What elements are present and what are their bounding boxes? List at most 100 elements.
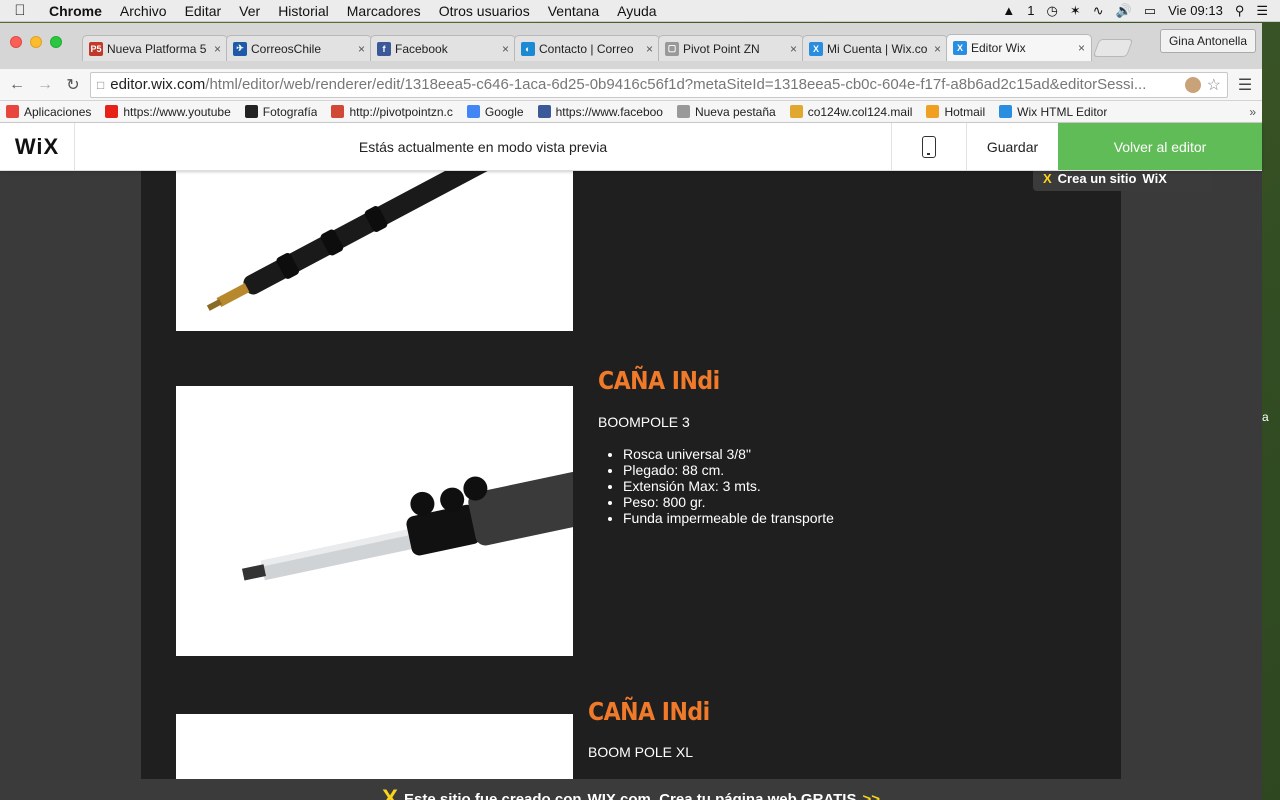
back-to-editor-button[interactable]: Volver al editor [1058,123,1262,170]
notification-center-icon[interactable]: ☰ [1256,3,1268,19]
reload-icon[interactable]: ↻ [62,75,84,95]
browser-tab[interactable]: X Editor Wix × [946,34,1092,61]
tab-title: Editor Wix [971,41,1026,55]
tab-close-icon[interactable]: × [646,42,653,56]
volume-icon[interactable]: 🔊 [1116,3,1132,19]
tab-close-icon[interactable]: × [358,42,365,56]
page-icon [676,105,690,118]
browser-tab[interactable]: ◐ Contacto | Correo × [514,35,660,61]
site-preview-viewport[interactable]: CAÑA INdi BOOMPOLE 3 Rosca universal 3/8… [0,166,1262,800]
bookmark-item[interactable]: Wix HTML Editor [999,105,1107,119]
minimize-window-button[interactable] [30,36,42,48]
url-host: editor.wix.com [110,76,206,93]
bookmark-item[interactable]: https://www.youtube [105,105,231,119]
bookmarks-bar: Aplicaciones https://www.youtube Fotografí… [0,101,1262,123]
menu-archivo[interactable]: Archivo [111,3,176,19]
tab-close-icon[interactable]: × [790,42,797,56]
wix-logo[interactable]: WiX [0,123,75,170]
address-bar[interactable]: □ editor.wix.com/html/editor/web/rendere… [90,71,1228,98]
promo-text: Este sitio fue creado con [404,790,582,800]
chrome-menu-icon[interactable]: ☰ [1234,75,1256,95]
tab-strip: P5 Nueva Platforma 5 × ✈ CorreosChile × f Faceb… [0,23,1262,69]
back-arrow-icon[interactable]: ← [6,76,28,94]
tab-favicon-icon: X [809,41,823,56]
bluetooth-icon[interactable]: ✶ [1070,3,1081,19]
menubar-status-area: ▲ 1 ◷ ✶ ∿ 🔊 ▭ Vie 09:13 ⚲ ☰ [1002,3,1280,19]
mobile-view-button[interactable] [891,123,966,170]
menu-ventana[interactable]: Ventana [539,3,608,19]
clock[interactable]: Vie 09:13 [1168,3,1223,18]
preview-right-strip [1121,166,1262,800]
menu-ver[interactable]: Ver [230,3,269,19]
tab-close-icon[interactable]: × [1078,41,1085,55]
browser-tab[interactable]: ✈ CorreosChile × [226,35,372,61]
menu-ayuda[interactable]: Ayuda [608,3,665,19]
product-features: Rosca universal 3/8" Plegado: 88 cm. Ext… [598,446,834,526]
page-info-icon[interactable]: □ [97,78,104,92]
browser-tab[interactable]: P5 Nueva Platforma 5 × [82,35,228,61]
tab-close-icon[interactable]: × [502,42,509,56]
feature-item: Plegado: 88 cm. [623,462,834,478]
apple-menu-icon[interactable]:  [0,2,40,19]
bookmark-label: Aplicaciones [24,104,92,119]
bookmark-item[interactable]: https://www.faceboo [537,104,663,119]
tab-title: CorreosChile [251,41,322,56]
bookmark-list: Aplicaciones https://www.youtube Fotografí… [6,105,1107,119]
zoom-window-button[interactable] [50,36,62,48]
tab-close-icon[interactable]: × [934,42,941,56]
wix-x-icon: X [1043,171,1052,186]
bookmark-label: Fotografía [262,104,318,119]
extension-icon[interactable] [1184,76,1201,93]
bookmark-item[interactable]: Fotografía [244,104,318,119]
site-content: CAÑA INdi BOOMPOLE 3 Rosca universal 3/8… [141,166,1121,800]
menu-otros-usuarios[interactable]: Otros usuarios [430,3,539,19]
wix-x-logo-icon: X [381,785,398,800]
menu-marcadores[interactable]: Marcadores [338,3,430,19]
input-indicator[interactable]: 1 [1027,3,1034,18]
profile-button[interactable]: Gina Antonella [1159,29,1256,53]
menu-editar[interactable]: Editar [176,3,231,19]
save-button[interactable]: Guardar [966,123,1058,170]
promo-brand: WIX.com [587,790,651,800]
bookmark-label: http://pivotpointzn.c [349,104,453,119]
bookmark-item[interactable]: Google [466,105,524,119]
product-title: CAÑA INdi [598,367,720,396]
menu-app-name[interactable]: Chrome [40,3,111,19]
close-window-button[interactable] [10,36,22,48]
bookmark-item[interactable]: Aplicaciones [6,105,91,119]
bookmark-item[interactable]: Nueva pestaña [676,104,776,119]
wix-icon [999,105,1013,118]
adobe-icon[interactable]: ▲ [1002,3,1015,18]
forward-arrow-icon[interactable]: → [34,76,56,94]
bookmarks-overflow-icon[interactable]: » [1249,105,1256,119]
tab-close-icon[interactable]: × [214,42,221,56]
browser-tab[interactable]: ▢ Pivot Point ZN × [658,35,804,61]
menu-historial[interactable]: Historial [269,3,338,19]
time-machine-icon[interactable]: ◷ [1046,3,1057,19]
product-image-top [176,166,573,331]
wifi-icon[interactable]: ∿ [1093,3,1104,19]
bookmark-star-icon[interactable]: ☆ [1207,75,1221,95]
promo-cta: . Crea tu página web GRATIS [650,790,857,800]
wix-preview-bar: WiX Estás actualmente en modo vista prev… [0,123,1262,171]
bookmark-label: Nueva pestaña [694,104,776,119]
bookmark-item[interactable]: Hotmail [926,105,985,119]
browser-tab[interactable]: f Facebook × [370,35,516,61]
badge-text: Crea un sitio [1057,171,1137,186]
gmail-icon [331,105,345,118]
browser-tab[interactable]: X Mi Cuenta | Wix.co × [802,35,948,61]
hotmail-icon [926,105,940,118]
bookmark-label: https://www.faceboo [555,104,663,119]
tab-title: Contacto | Correo [539,41,634,56]
new-tab-button[interactable] [1092,39,1134,57]
youtube-icon [105,105,119,118]
macos-menubar:  Chrome Archivo Editar Ver Historial Ma… [0,0,1280,22]
tab-favicon-icon: ▢ [665,41,679,56]
desktop-side-fragment: a [1262,410,1269,424]
bookmark-item[interactable]: co124w.col124.mail [789,105,912,119]
spotlight-search-icon[interactable]: ⚲ [1235,3,1245,19]
battery-icon[interactable]: ▭ [1144,3,1156,19]
bookmark-item[interactable]: http://pivotpointzn.c [331,104,453,119]
wix-promo-banner[interactable]: X Este sitio fue creado con WIX.com . Cr… [0,779,1262,800]
apps-icon [6,105,19,118]
